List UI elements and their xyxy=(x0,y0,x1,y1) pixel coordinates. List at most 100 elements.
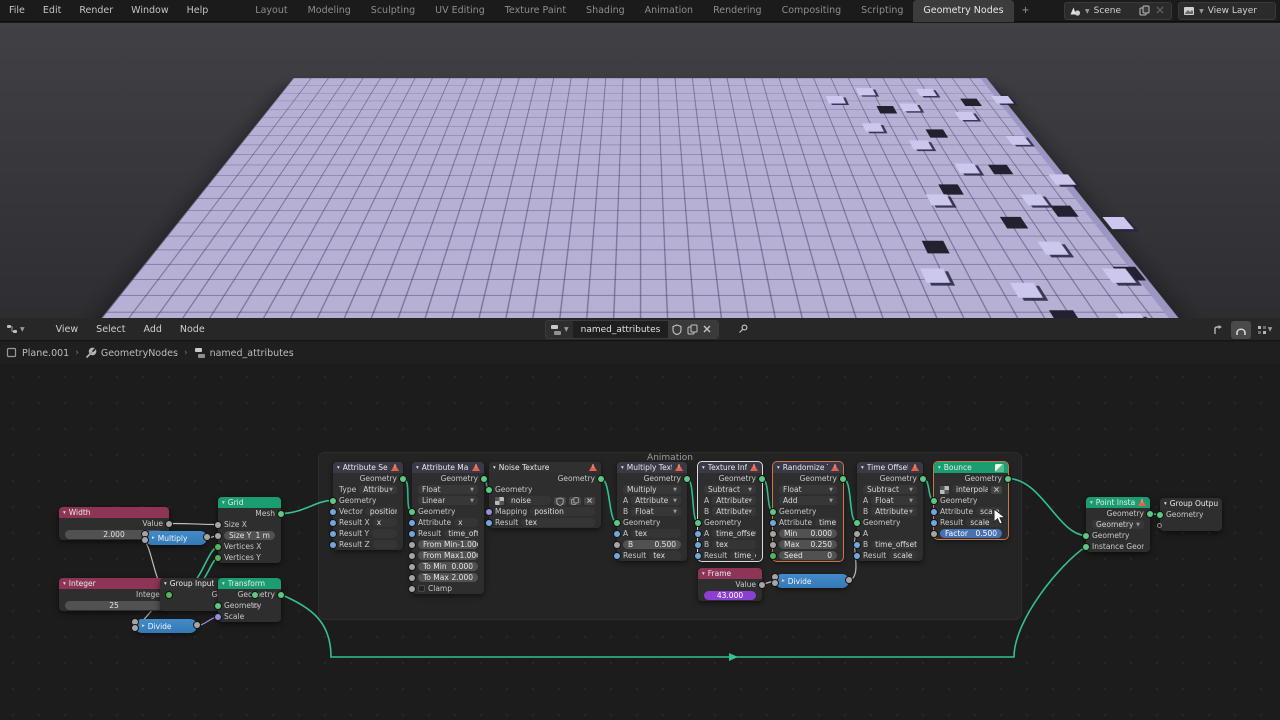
input-socket[interactable] xyxy=(132,625,138,631)
dropdown[interactable]: Float▼ xyxy=(779,485,837,494)
output-socket[interactable] xyxy=(759,582,765,588)
number-field[interactable]: Max0.250 xyxy=(779,540,837,549)
output-socket[interactable] xyxy=(252,592,258,598)
new-node-tree-icon[interactable] xyxy=(687,324,699,336)
node-header[interactable]: ▾Grid xyxy=(218,497,281,508)
multiply-texture-node[interactable]: ▾Multiply TexturGeometryMultiply▼AAttrib… xyxy=(617,462,687,561)
randomize-timing-node[interactable]: ▾Randomize TimingGeometryFloat▼Add▼Geome… xyxy=(773,462,843,561)
input-socket[interactable] xyxy=(409,564,415,570)
snap-target-dropdown[interactable]: ▼ xyxy=(1254,321,1274,339)
input-socket[interactable] xyxy=(770,553,776,559)
node-header[interactable]: ▾Attribute Map Ran xyxy=(412,462,484,473)
input-socket[interactable] xyxy=(770,520,776,526)
number-field[interactable]: From Min-1.000 xyxy=(418,540,478,549)
breadcrumb-item-0[interactable]: Plane.001 xyxy=(6,347,69,359)
input-socket[interactable] xyxy=(770,531,776,537)
workspace-tab-geometry-nodes[interactable]: Geometry Nodes xyxy=(913,0,1013,22)
unlink-scene-icon[interactable] xyxy=(1155,5,1167,17)
collapse-icon[interactable]: ▾ xyxy=(493,465,496,471)
input-socket[interactable] xyxy=(695,553,701,559)
output-socket[interactable] xyxy=(278,511,284,517)
text-field[interactable] xyxy=(372,529,397,538)
node-header[interactable]: ▾Randomize Timing xyxy=(773,462,843,473)
x-icon[interactable] xyxy=(584,497,595,505)
collapse-icon[interactable]: ▾ xyxy=(337,465,340,471)
input-socket[interactable] xyxy=(330,520,336,526)
snapping-toggle[interactable] xyxy=(1231,321,1251,339)
expand-icon[interactable]: ▸ xyxy=(782,578,785,584)
input-socket[interactable] xyxy=(772,580,778,586)
node-header[interactable]: ▾Attribute Separate xyxy=(333,462,403,473)
view-layer-selector[interactable]: ▼ View Layer xyxy=(1178,2,1276,20)
group-output-node[interactable]: ▾Group OutputGeometry xyxy=(1160,498,1222,531)
output-socket[interactable] xyxy=(253,603,258,608)
collapse-icon[interactable]: ▾ xyxy=(63,581,66,587)
dropdown[interactable]: Float▼ xyxy=(871,496,917,505)
input-socket[interactable] xyxy=(695,520,701,526)
input-socket[interactable] xyxy=(330,542,336,548)
input-socket[interactable] xyxy=(409,531,415,537)
text-field[interactable]: time_offset xyxy=(444,529,478,538)
output-socket[interactable] xyxy=(166,592,172,598)
attribute-map-range-node[interactable]: ▾Attribute Map RanGeometryFloat▼Linear▼G… xyxy=(412,462,484,594)
menu-window[interactable]: Window xyxy=(122,0,177,22)
scene-name[interactable]: Scene xyxy=(1094,6,1135,16)
number-field[interactable]: From Max1.000 xyxy=(418,551,478,560)
input-socket[interactable] xyxy=(409,509,415,515)
node-header[interactable]: ▾Texture Influence xyxy=(698,462,762,473)
node-header[interactable]: ▾Noise Texture xyxy=(489,462,601,473)
input-socket[interactable] xyxy=(486,487,492,493)
text-field[interactable]: time_offset xyxy=(871,540,917,549)
integer-node[interactable]: ▾IntegerInteger25 xyxy=(59,578,169,611)
workspace-tab-compositing[interactable]: Compositing xyxy=(772,0,852,22)
text-field[interactable]: scale xyxy=(976,507,1002,516)
number-field[interactable]: Min0.000 xyxy=(779,529,837,538)
text-field[interactable]: scale xyxy=(889,551,917,560)
collapse-icon[interactable]: ▾ xyxy=(164,581,167,587)
unlink-node-tree-icon[interactable] xyxy=(702,324,714,336)
dropdown[interactable]: Attribute▼ xyxy=(871,507,917,516)
collapse-icon[interactable]: ▾ xyxy=(1090,500,1093,506)
input-socket[interactable] xyxy=(409,542,415,548)
node-header[interactable]: ▾Transform xyxy=(218,578,281,589)
output-socket[interactable] xyxy=(598,476,604,482)
workspace-tab-uv-editing[interactable]: UV Editing xyxy=(425,0,495,22)
transform-node[interactable]: ▾TransformGeometryGeometryScale xyxy=(218,578,281,622)
shield-icon[interactable] xyxy=(554,497,566,505)
node-header[interactable]: ▾Bounce xyxy=(934,462,1008,473)
datablock-name-field[interactable]: noise xyxy=(507,496,551,505)
node-header[interactable]: ▾Integer xyxy=(59,578,169,589)
input-socket[interactable] xyxy=(409,553,415,559)
dropdown[interactable]: Geometry▼ xyxy=(1092,520,1144,529)
input-socket[interactable] xyxy=(486,509,492,515)
node-header[interactable]: ▾Width xyxy=(59,507,169,518)
input-socket[interactable] xyxy=(614,553,620,559)
input-socket[interactable] xyxy=(486,520,492,526)
input-socket[interactable] xyxy=(330,531,336,537)
input-socket[interactable] xyxy=(614,542,620,548)
node-header[interactable]: ▾Frame xyxy=(698,568,762,579)
output-socket[interactable] xyxy=(846,577,852,583)
input-socket[interactable] xyxy=(215,522,221,528)
input-socket[interactable] xyxy=(330,509,336,515)
menu-file[interactable]: File xyxy=(0,0,34,22)
new-scene-icon[interactable] xyxy=(1139,5,1151,17)
dropdown[interactable]: Multiply▼ xyxy=(623,485,681,494)
scene-selector[interactable]: ▼ Scene xyxy=(1064,2,1172,20)
input-socket[interactable] xyxy=(330,498,336,504)
view-layer-name[interactable]: View Layer xyxy=(1208,6,1271,16)
input-socket[interactable] xyxy=(770,509,776,515)
dropdown[interactable]: Subtract▼ xyxy=(704,485,756,494)
dropdown[interactable]: Float▼ xyxy=(631,507,681,516)
time-offset-node[interactable]: ▾Time OffsetGeometrySubtract▼AFloat▼BAtt… xyxy=(857,462,923,561)
collapse-icon[interactable]: ▾ xyxy=(63,510,66,516)
output-socket[interactable] xyxy=(759,476,765,482)
input-socket[interactable] xyxy=(854,520,860,526)
workspace-tab-scripting[interactable]: Scripting xyxy=(851,0,913,22)
text-field[interactable]: time_offset xyxy=(712,529,756,538)
workspace-tab-rendering[interactable]: Rendering xyxy=(703,0,772,22)
collapse-icon[interactable]: ▾ xyxy=(222,500,225,506)
add-workspace-button[interactable]: + xyxy=(1014,5,1038,16)
workspace-tab-sculpting[interactable]: Sculpting xyxy=(361,0,425,22)
workspace-tab-animation[interactable]: Animation xyxy=(635,0,703,22)
